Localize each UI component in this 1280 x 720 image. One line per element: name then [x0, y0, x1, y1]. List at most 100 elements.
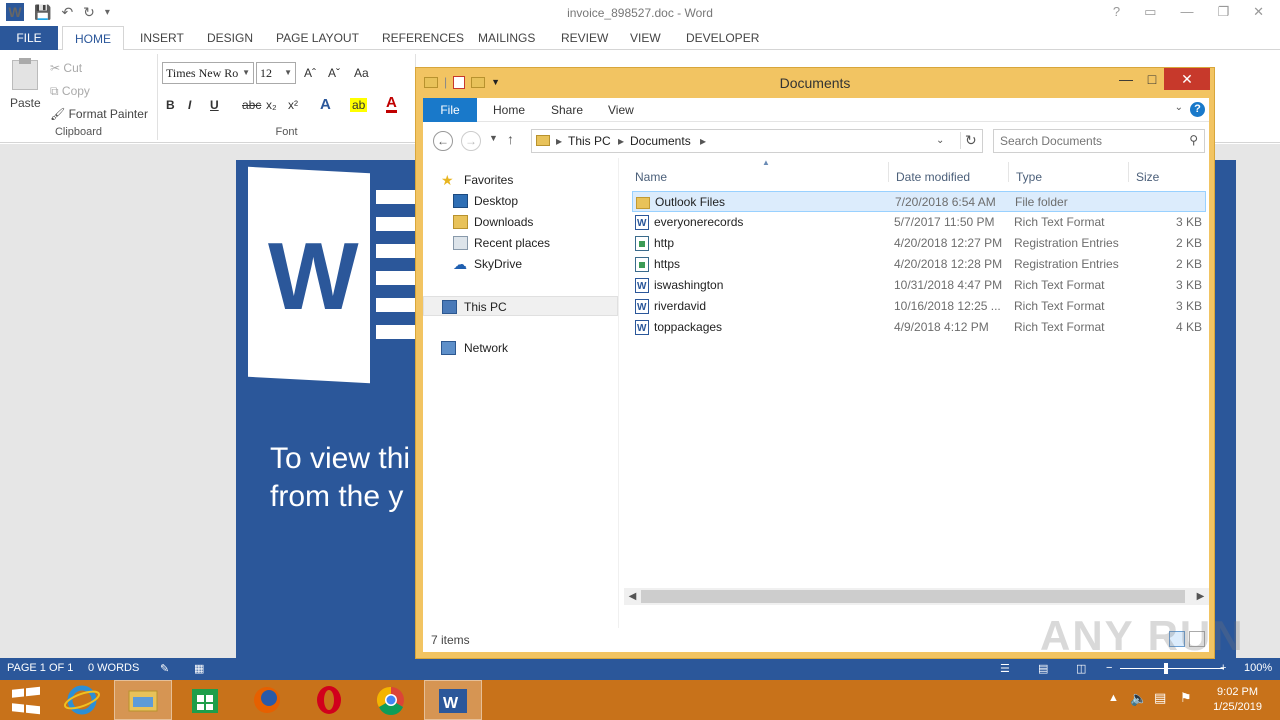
maximize-icon[interactable]: □: [1140, 68, 1164, 90]
file-row[interactable]: Outlook Files 7/20/2018 6:54 AM File fol…: [632, 191, 1206, 212]
address-dropdown-icon[interactable]: ⌄: [936, 135, 944, 146]
horizontal-scrollbar[interactable]: ◀ ▶: [624, 588, 1209, 605]
font-color-icon[interactable]: A: [386, 95, 397, 113]
show-hidden-icons-icon[interactable]: ▲: [1108, 692, 1119, 720]
address-box[interactable]: ▸ This PC ▸ Documents ▸ ⌄ ↻: [531, 129, 983, 153]
strikethrough-icon[interactable]: abc: [242, 98, 261, 112]
italic-icon[interactable]: I: [188, 98, 191, 112]
zoom-slider[interactable]: [1120, 668, 1224, 669]
tab-file[interactable]: File: [423, 98, 477, 122]
tab-design[interactable]: DESIGN: [207, 26, 253, 50]
breadcrumb-documents[interactable]: Documents: [630, 134, 691, 148]
nav-recent-places[interactable]: Recent places: [423, 233, 618, 253]
scroll-right-icon[interactable]: ▶: [1192, 588, 1209, 605]
tab-review[interactable]: REVIEW: [561, 26, 608, 50]
zoom-in-icon[interactable]: +: [1220, 662, 1226, 674]
copy-button[interactable]: ⧉ Copy: [50, 84, 90, 99]
column-separator[interactable]: [1008, 162, 1009, 182]
superscript-icon[interactable]: x²: [288, 98, 298, 112]
explorer-title-bar[interactable]: | ▼ Documents — □ ✕: [416, 68, 1214, 98]
tab-home[interactable]: HOME: [62, 26, 124, 51]
subscript-icon[interactable]: x₂: [266, 98, 277, 112]
zoom-out-icon[interactable]: −: [1106, 662, 1112, 674]
search-box[interactable]: ⚲: [993, 129, 1205, 153]
recent-locations-icon[interactable]: ▼: [489, 133, 498, 143]
taskbar-firefox[interactable]: [238, 680, 296, 720]
tab-insert[interactable]: INSERT: [140, 26, 184, 50]
tab-file[interactable]: FILE: [0, 26, 58, 50]
nav-network[interactable]: Network: [423, 338, 618, 358]
taskbar-chrome[interactable]: [362, 680, 420, 720]
cut-button[interactable]: ✂ Cut: [50, 61, 82, 75]
action-center-icon[interactable]: ⚑: [1180, 690, 1192, 720]
start-button[interactable]: [0, 680, 58, 720]
highlight-icon[interactable]: ab: [350, 98, 368, 112]
nav-this-pc[interactable]: This PC: [423, 296, 618, 316]
taskbar-opera[interactable]: [300, 680, 358, 720]
expand-ribbon-icon[interactable]: ⌄: [1175, 102, 1183, 113]
macro-record-icon[interactable]: ▦: [194, 662, 204, 675]
page-count[interactable]: PAGE 1 OF 1: [7, 662, 73, 674]
tab-page-layout[interactable]: PAGE LAYOUT: [276, 26, 359, 50]
file-row[interactable]: http 4/20/2018 12:27 PM Registration Ent…: [632, 233, 1206, 254]
minimize-icon[interactable]: —: [1114, 68, 1138, 90]
scroll-left-icon[interactable]: ◀: [624, 588, 641, 605]
print-layout-icon[interactable]: ▤: [1038, 662, 1048, 675]
tab-developer[interactable]: DEVELOPER: [686, 26, 759, 50]
tab-home[interactable]: Home: [493, 98, 525, 122]
file-row[interactable]: everyonerecords 5/7/2017 11:50 PM Rich T…: [632, 212, 1206, 234]
column-header-date[interactable]: Date modified: [896, 170, 970, 184]
grow-font-icon[interactable]: Aˆ: [304, 66, 316, 80]
volume-icon[interactable]: 🔈: [1130, 690, 1147, 720]
web-layout-icon[interactable]: ◫: [1076, 662, 1086, 675]
column-separator[interactable]: [888, 162, 889, 182]
tab-view[interactable]: View: [608, 98, 634, 122]
word-count[interactable]: 0 WORDS: [88, 662, 139, 674]
nav-favorites[interactable]: ★ Favorites: [423, 170, 618, 190]
taskbar-file-explorer[interactable]: [114, 680, 172, 720]
column-separator[interactable]: [1128, 162, 1129, 182]
close-button[interactable]: ✕: [1164, 68, 1210, 90]
tab-mailings[interactable]: MAILINGS: [478, 26, 535, 50]
paste-button[interactable]: Paste: [10, 96, 41, 110]
font-name-combo[interactable]: Times New Ro ▼: [162, 62, 254, 84]
underline-icon[interactable]: U: [210, 98, 219, 112]
file-row[interactable]: toppackages 4/9/2018 4:12 PM Rich Text F…: [632, 317, 1206, 339]
taskbar-store[interactable]: [176, 680, 234, 720]
file-row[interactable]: riverdavid 10/16/2018 12:25 ... Rich Tex…: [632, 296, 1206, 318]
nav-desktop[interactable]: Desktop: [423, 191, 618, 211]
refresh-icon[interactable]: ↻: [960, 132, 977, 149]
change-case-icon[interactable]: Aa: [354, 66, 369, 80]
text-effects-icon[interactable]: A: [320, 96, 331, 113]
format-painter-button[interactable]: 🖌 Format Painter: [50, 107, 148, 121]
clock[interactable]: 9:02 PM 1/25/2019: [1213, 685, 1262, 715]
close-icon[interactable]: ✕: [1253, 4, 1264, 20]
bold-icon[interactable]: B: [166, 98, 175, 112]
file-row[interactable]: https 4/20/2018 12:28 PM Registration En…: [632, 254, 1206, 275]
read-mode-icon[interactable]: ☰: [1000, 662, 1010, 675]
help-icon[interactable]: ?: [1113, 4, 1120, 20]
breadcrumb-this-pc[interactable]: This PC: [568, 134, 611, 148]
up-arrow-icon[interactable]: ↑: [507, 131, 514, 147]
search-input[interactable]: [1000, 133, 1170, 149]
taskbar-word[interactable]: W: [424, 680, 482, 720]
paste-icon[interactable]: [12, 58, 38, 90]
scrollbar-thumb[interactable]: [641, 590, 1185, 603]
network-tray-icon[interactable]: ▤: [1154, 690, 1166, 720]
ribbon-display-icon[interactable]: ▭: [1144, 4, 1156, 20]
column-header-name[interactable]: Name: [635, 170, 667, 184]
tab-view[interactable]: VIEW: [630, 26, 661, 50]
search-icon[interactable]: ⚲: [1189, 133, 1198, 147]
column-header-type[interactable]: Type: [1016, 170, 1042, 184]
zoom-level[interactable]: 100%: [1244, 662, 1272, 674]
nav-skydrive[interactable]: ☁ SkyDrive: [423, 254, 618, 274]
file-row[interactable]: iswashington 10/31/2018 4:47 PM Rich Tex…: [632, 275, 1206, 297]
font-size-combo[interactable]: 12 ▼: [256, 62, 296, 84]
tab-share[interactable]: Share: [551, 98, 583, 122]
forward-button[interactable]: →: [461, 131, 481, 151]
shrink-font-icon[interactable]: Aˇ: [328, 66, 340, 80]
taskbar-internet-explorer[interactable]: [54, 680, 112, 720]
nav-downloads[interactable]: Downloads: [423, 212, 618, 232]
restore-icon[interactable]: ❐: [1217, 4, 1229, 20]
zoom-slider-thumb[interactable]: [1164, 663, 1168, 674]
